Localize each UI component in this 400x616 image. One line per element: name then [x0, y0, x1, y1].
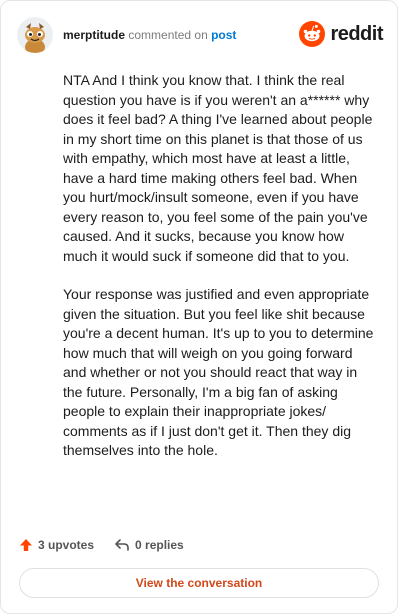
reply-count: 0 replies — [135, 538, 184, 552]
post-link[interactable]: post — [211, 28, 236, 42]
upvote-button[interactable]: 3 upvotes — [19, 538, 94, 552]
comment-paragraph: Your response was justified and even app… — [63, 286, 374, 458]
reddit-wordmark: reddit — [330, 22, 383, 45]
reddit-logo-icon — [299, 21, 326, 47]
upvote-count: 3 upvotes — [38, 538, 95, 552]
action-text: commented on — [128, 28, 208, 42]
reply-button[interactable]: 0 replies — [114, 538, 184, 552]
upvote-arrow-icon — [20, 539, 32, 551]
comment-body: NTA And I think you know that. I think t… — [63, 71, 377, 480]
comment-actions: 3 upvotes 0 replies — [19, 535, 204, 555]
snoo-avatar-icon — [17, 17, 53, 53]
comment-card: merptitude commented on post reddit NTA … — [0, 0, 398, 614]
username[interactable]: merptitude — [63, 28, 125, 42]
comment-header: merptitude commented on post reddit — [17, 15, 383, 55]
avatar[interactable] — [17, 17, 53, 53]
comment-paragraph: NTA And I think you know that. I think t… — [63, 72, 373, 264]
byline: merptitude commented on post — [63, 28, 236, 42]
reply-arrow-icon — [115, 539, 129, 551]
reddit-brand[interactable]: reddit — [299, 19, 383, 49]
view-conversation-button[interactable]: View the conversation — [19, 568, 379, 598]
